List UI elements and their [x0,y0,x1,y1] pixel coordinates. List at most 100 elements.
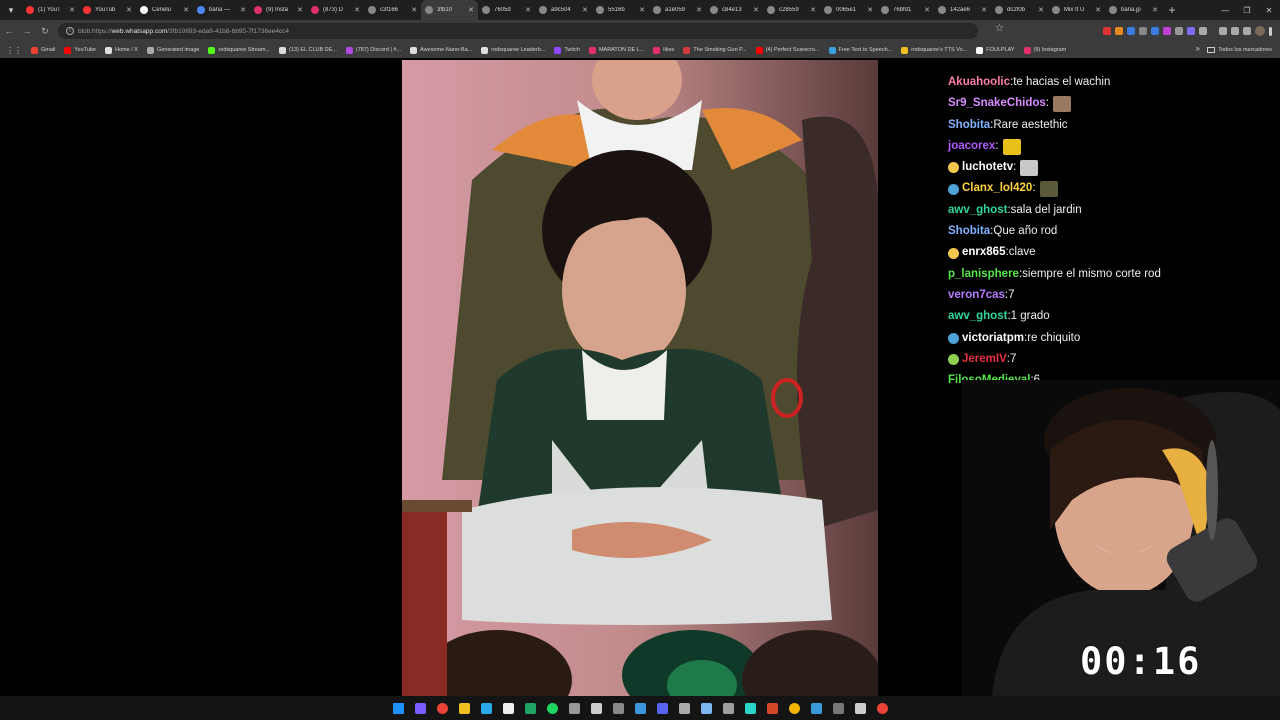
bookmark-item[interactable]: rodsquaree's TTS Vo... [901,46,967,54]
tab-close-icon[interactable]: ✕ [468,6,474,14]
tab-close-icon[interactable]: ✕ [354,6,360,14]
tab[interactable]: a9c504 ✕ [535,0,592,20]
excel-icon[interactable] [522,700,538,716]
extension-icon[interactable] [1187,27,1195,35]
tab[interactable]: Mix It U ✕ [1048,0,1105,20]
camera-icon[interactable] [566,700,582,716]
forward-icon[interactable]: → [18,20,36,42]
photos-icon[interactable] [808,700,824,716]
extension-icon[interactable] [1103,27,1111,35]
chrome2-icon[interactable] [874,700,890,716]
bookmark-item[interactable]: The Smoking Gun P... [683,46,747,54]
chat-username[interactable]: awv_ghost [948,200,1007,221]
apps-icon[interactable]: ⋮⋮ [6,46,22,55]
tab[interactable]: c28559 ✕ [763,0,820,20]
bookmark-item[interactable]: Home / X [105,46,138,54]
tab[interactable]: 142ae6 ✕ [934,0,991,20]
chat-username[interactable]: Akuahoolic [948,72,1010,93]
avatar[interactable] [1255,26,1265,36]
tab[interactable]: 5516b ✕ [592,0,649,20]
telegram-icon[interactable] [478,700,494,716]
tab-search-icon[interactable]: ▾ [0,0,22,20]
bookmark-item[interactable]: Awesome-Nano-Ba... [410,46,472,54]
chat-username[interactable]: JeremIV [962,349,1007,370]
chat-username[interactable]: Clanx_lol420 [962,178,1032,199]
tab[interactable]: 76bfd1 ✕ [877,0,934,20]
extension-icon[interactable] [1115,27,1123,35]
more-bookmarks-icon[interactable]: » [1196,44,1200,53]
extension-icon[interactable] [1139,27,1147,35]
bookmark-item[interactable]: (9) Instagram [1023,46,1066,54]
terminal-icon[interactable] [852,700,868,716]
tab-close-icon[interactable]: ✕ [1152,6,1158,14]
tab-close-icon[interactable]: ✕ [867,6,873,14]
bookmark-item[interactable]: Generated image [146,46,199,54]
settings-icon[interactable] [610,700,626,716]
address-bar[interactable]: i blob:https://web.whatsapp.com/3fb10693… [58,23,978,39]
tab[interactable]: (9) Insta ✕ [250,0,307,20]
minimize-icon[interactable]: — [1214,0,1236,20]
tab-close-icon[interactable]: ✕ [411,6,417,14]
windows-icon[interactable] [390,700,406,716]
tab[interactable]: YouTub ✕ [79,0,136,20]
chat-username[interactable]: Shobita [948,221,990,242]
tab[interactable]: c3f166 ✕ [364,0,421,20]
sidepanel-icon[interactable] [1243,27,1251,35]
tab-close-icon[interactable]: ✕ [126,6,132,14]
puzzle-icon[interactable] [1199,27,1207,35]
menu-icon[interactable] [1269,26,1272,36]
tab-close-icon[interactable]: ✕ [753,6,759,14]
chat-username[interactable]: p_lanisphere [948,264,1019,285]
tab[interactable]: (873) D ✕ [307,0,364,20]
tab-close-icon[interactable]: ✕ [1038,6,1044,14]
chrome-dev-icon[interactable] [786,700,802,716]
discord-icon[interactable] [654,700,670,716]
tab-close-icon[interactable]: ✕ [582,6,588,14]
chat-username[interactable]: victoriatpm [962,328,1024,349]
tab[interactable]: dc2f0b ✕ [991,0,1048,20]
extension-icon[interactable] [1163,27,1171,35]
chrome-icon[interactable] [434,700,450,716]
vscode-icon[interactable] [632,700,648,716]
chat-username[interactable]: enrx865 [962,242,1005,263]
bookmark-item[interactable]: (4) Perfect Scarecro... [755,46,820,54]
tab[interactable]: a1e059 ✕ [649,0,706,20]
cast-icon[interactable] [1231,27,1239,35]
tool-icon[interactable] [830,700,846,716]
back-icon[interactable]: ← [0,20,18,42]
bookmark-item[interactable]: (787) Discord | #... [345,46,401,54]
bookmark-item[interactable]: rodsquaree Leaderb... [481,46,545,54]
tab-close-icon[interactable]: ✕ [696,6,702,14]
tab[interactable]: c84e13 ✕ [706,0,763,20]
tab[interactable]: Cenelu ✕ [136,0,193,20]
spotify-icon[interactable] [544,700,560,716]
bookmark-star-icon[interactable]: ☆ [995,23,1004,34]
chat-username[interactable]: Shobita [948,115,990,136]
tab-close-icon[interactable]: ✕ [240,6,246,14]
new-tab-button[interactable]: + [1164,3,1180,17]
tab[interactable]: (1) YouT ✕ [22,0,79,20]
chat-username[interactable]: joacorex [948,136,995,157]
bookmark-item[interactable]: rodsquaree Stream... [208,46,270,54]
chat-username[interactable]: Sr9_SnakeChidos [948,93,1046,114]
download-icon[interactable] [1219,27,1227,35]
bookmark-item[interactable]: Free Text to Speech... [828,46,892,54]
site-info-icon[interactable]: i [66,27,74,35]
all-bookmarks[interactable]: Todos los marcadores [1207,42,1272,58]
chat-username[interactable]: veron7cas [948,285,1005,306]
tab[interactable]: bana — ✕ [193,0,250,20]
play-icon[interactable] [588,700,604,716]
tab-close-icon[interactable]: ✕ [525,6,531,14]
tab-close-icon[interactable]: ✕ [810,6,816,14]
tab-close-icon[interactable]: ✕ [981,6,987,14]
bookmark-item[interactable]: FOULPLAY [976,46,1015,54]
bookmark-item[interactable]: Gmail [31,46,55,54]
extension-icon[interactable] [1127,27,1135,35]
tab-close-icon[interactable]: ✕ [1095,6,1101,14]
restore-icon[interactable]: ❐ [1236,0,1258,20]
bookmark-item[interactable]: MARATON DE L... [588,46,644,54]
audio-icon[interactable] [720,700,736,716]
tab[interactable]: 0065e1 ✕ [820,0,877,20]
bookmark-item[interactable]: Twitch [554,46,580,54]
chat-username[interactable]: awv_ghost [948,306,1007,327]
